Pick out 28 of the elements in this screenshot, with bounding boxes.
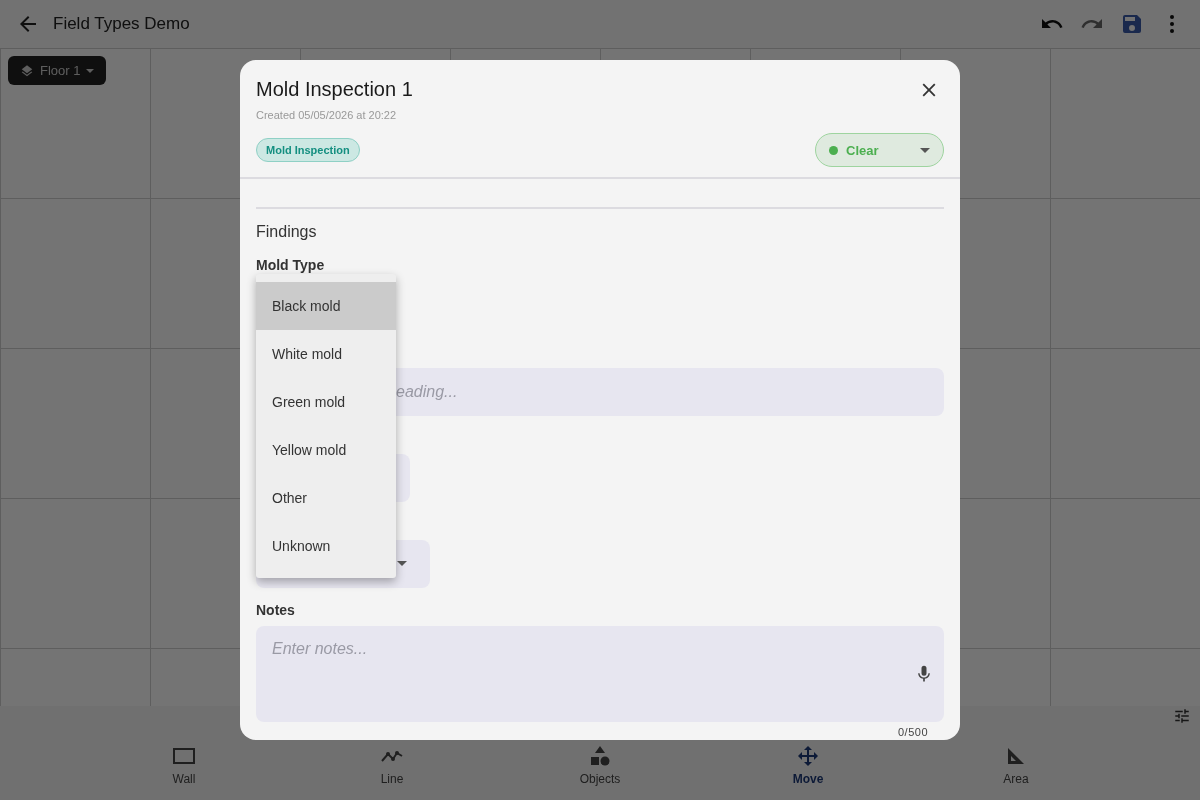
menu-item[interactable]: Yellow mold bbox=[256, 426, 396, 474]
toolbar-tab[interactable]: Wall bbox=[134, 719, 234, 787]
dialog-title: Mold Inspection 1 bbox=[256, 78, 413, 101]
status-label: Clear bbox=[846, 142, 880, 158]
menu-item[interactable]: Black mold bbox=[256, 282, 396, 330]
toolbar-tab[interactable]: Area bbox=[966, 719, 1066, 787]
caret-icon bbox=[86, 68, 95, 73]
toolbar-tab[interactable]: Move bbox=[758, 719, 858, 787]
app-title: Field Types Demo bbox=[53, 14, 190, 34]
floor-selector[interactable]: Floor 1 bbox=[8, 56, 107, 85]
sliders-icon[interactable] bbox=[1173, 707, 1191, 725]
section-heading: Findings bbox=[256, 223, 318, 241]
status-dropdown[interactable]: Clear bbox=[815, 133, 944, 167]
notes-field[interactable]: Enter notes... bbox=[256, 626, 944, 722]
save-icon[interactable] bbox=[1120, 12, 1144, 36]
type-tag: Mold Inspection bbox=[256, 138, 360, 162]
created-date: Created 05/05/2026 at 20:22 bbox=[256, 109, 398, 121]
caret-icon bbox=[397, 561, 407, 566]
caret-icon bbox=[920, 147, 930, 153]
menu-item[interactable]: Other bbox=[256, 474, 396, 522]
layers-icon bbox=[20, 63, 34, 78]
toolbar-tab[interactable]: Line bbox=[342, 719, 442, 787]
character-counter: 0/500 bbox=[897, 726, 928, 738]
menu-item[interactable]: Unknown bbox=[256, 522, 396, 570]
move-arrows-icon bbox=[796, 743, 820, 768]
field-label: Notes bbox=[256, 602, 296, 618]
toolbar-tab[interactable]: Objects bbox=[550, 719, 650, 787]
field-label: Mold Type bbox=[256, 257, 326, 273]
